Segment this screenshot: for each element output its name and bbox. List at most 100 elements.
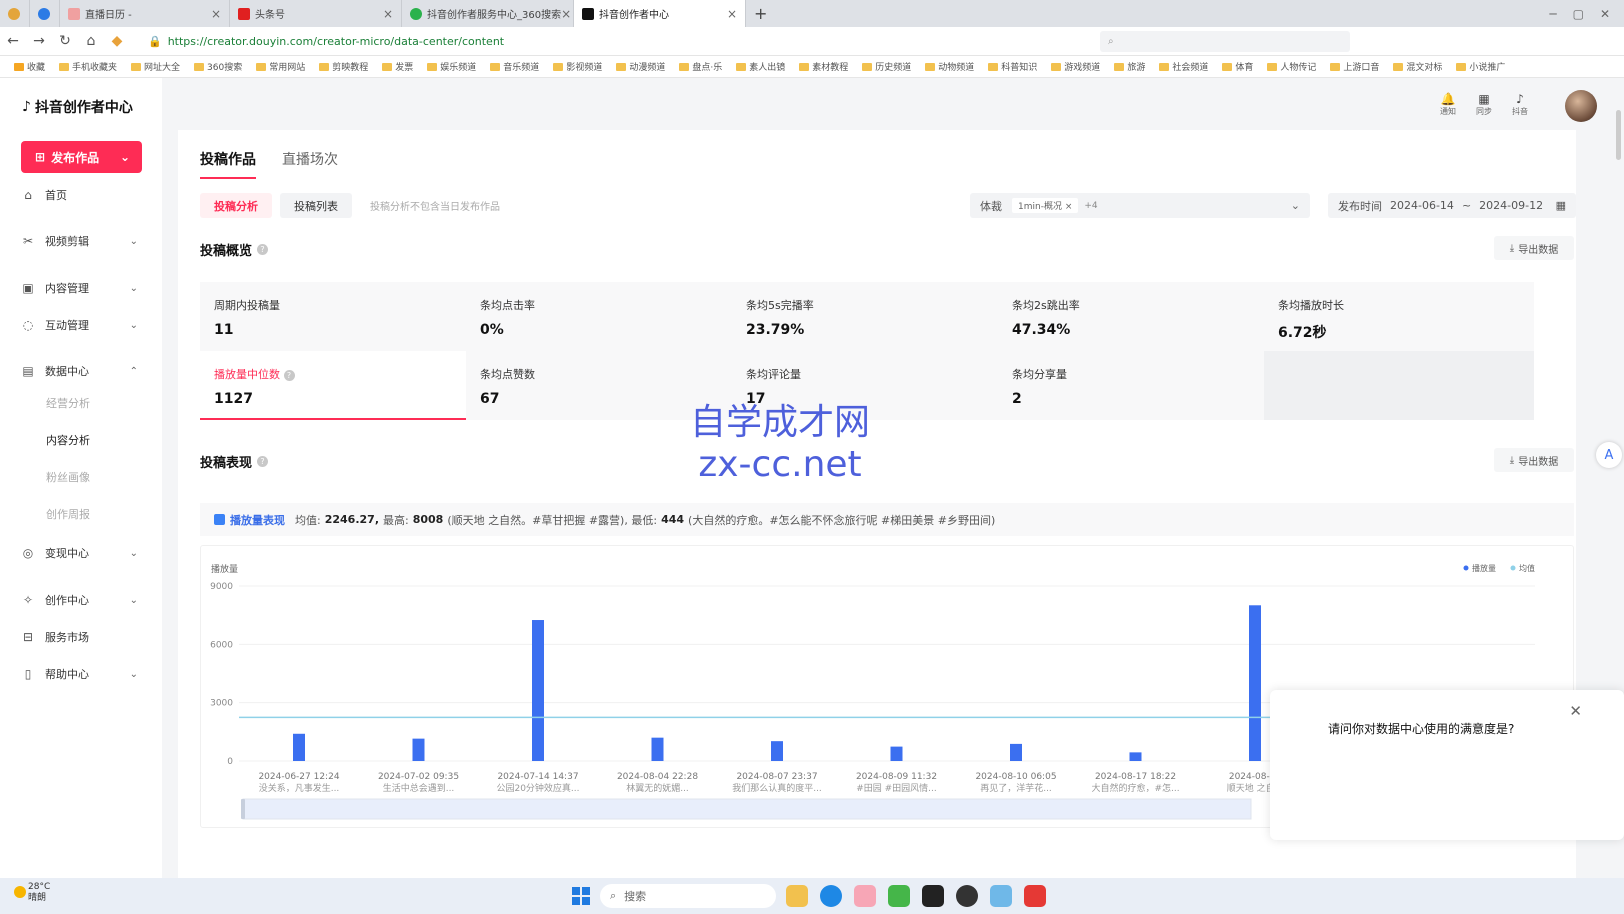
notepad-icon[interactable] [990,885,1012,907]
scrollbar[interactable] [1616,110,1621,160]
wps-icon[interactable] [1024,885,1046,907]
douyin-button[interactable]: ♪ 抖音 [1512,92,1528,117]
bookmark-item[interactable]: 剪映教程 [319,60,368,73]
subnav-business-analysis[interactable]: 经营分析 [46,395,90,411]
bookmark-item[interactable]: 动漫频道 [616,60,665,73]
avatar[interactable] [1565,90,1597,122]
bookmark-item[interactable]: 360搜索 [194,60,242,73]
metric-play-duration[interactable]: 条均播放时长 6.72秒 [1264,282,1534,351]
close-icon[interactable]: × [383,7,393,21]
assistant-float-button[interactable]: A [1596,442,1622,468]
bookmark-item[interactable]: 素材教程 [799,60,848,73]
bookmark-item[interactable]: 娱乐频道 [427,60,476,73]
bookmark-item[interactable]: 收藏 [14,60,45,73]
bookmark-item[interactable]: 手机收藏夹 [59,60,117,73]
close-icon[interactable]: × [727,7,737,21]
close-icon[interactable]: × [211,7,221,21]
bookmark-item[interactable]: 混文对标 [1393,60,1442,73]
publish-button[interactable]: ⊞ 发布作品 ⌄ [21,141,142,173]
bookmark-item[interactable]: 影视频道 [553,60,602,73]
metric-submission-count[interactable]: 周期内投稿量 11 [200,282,474,351]
subnav-content-analysis[interactable]: 内容分析 [46,432,90,448]
subtab-list[interactable]: 投稿列表 [280,193,352,218]
capcut-icon[interactable] [956,885,978,907]
date-range-picker[interactable]: 发布时间 2024-06-14 ~ 2024-09-12 ▦ [1328,193,1576,218]
bookmark-item[interactable]: 网址大全 [131,60,180,73]
genre-filter[interactable]: 体裁 1min-概况 × +4 ⌄ [970,193,1310,218]
tab-live-sessions[interactable]: 直播场次 [282,149,338,179]
tab-submissions[interactable]: 投稿作品 [200,149,256,179]
bookmark-item[interactable]: 常用网站 [256,60,305,73]
app-icon[interactable] [922,885,944,907]
bookmark-item[interactable]: 历史频道 [862,60,911,73]
edge-icon[interactable] [820,885,842,907]
genre-chip[interactable]: 1min-概况 × [1012,198,1079,213]
bookmark-item[interactable]: 旅游 [1114,60,1145,73]
close-icon[interactable]: × [561,7,571,21]
maximize-icon[interactable]: ▢ [1573,7,1584,21]
metric-2s-bounce[interactable]: 条均2s跳出率 47.34% [998,282,1272,351]
sidebar-item-monetize[interactable]: ◎ 变现中心 ⌄ [0,535,162,571]
browser-tab[interactable]: 抖音创作者服务中心_360搜索 × [402,0,574,27]
browser-search-input[interactable]: ⌕ [1100,31,1350,52]
bookmark-item[interactable]: 人物传记 [1267,60,1316,73]
export-button[interactable]: ⤓ 导出数据 [1494,448,1574,472]
bookmark-item[interactable]: 上游口音 [1330,60,1379,73]
bookmark-item[interactable]: 社会频道 [1159,60,1208,73]
sidebar-item-content[interactable]: ▣ 内容管理 ⌄ [0,270,162,306]
sun-icon [14,886,26,898]
help-icon[interactable]: ? [283,370,295,381]
reload-icon[interactable]: ↻ [52,33,78,49]
sidebar-item-creation[interactable]: ✧ 创作中心 ⌄ [0,582,162,618]
bookmark-item[interactable]: 体育 [1222,60,1253,73]
url-field[interactable]: 🔒 https://creator.douyin.com/creator-micr… [140,31,1000,52]
sidebar-item-market[interactable]: ⊟ 服务市场 [0,619,162,655]
weather-widget[interactable]: 28°C 晴朗 [14,882,50,904]
browser-tab-active[interactable]: 抖音创作者中心 × [574,0,746,27]
subnav-weekly-report[interactable]: 创作周报 [46,506,90,522]
taskbar-search[interactable]: ⌕ 搜索 [600,884,776,908]
metric-click-rate[interactable]: 条均点击率 0% [466,282,740,351]
browser-profile-icon[interactable] [0,0,30,27]
help-icon[interactable]: ? [257,456,269,467]
bookmark-item[interactable]: 游戏频道 [1051,60,1100,73]
sidebar-item-home[interactable]: ⌂ 首页 [0,177,162,213]
close-icon[interactable]: ✕ [1569,702,1582,720]
bookmark-item[interactable]: 盘点·乐 [679,60,722,73]
notification-button[interactable]: 🔔 通知 [1440,92,1456,117]
minimize-icon[interactable]: ─ [1549,7,1556,21]
subtab-analysis[interactable]: 投稿分析 [200,193,272,218]
home-icon[interactable]: ⌂ [78,33,104,49]
metric-shares[interactable]: 条均分享量 2 [998,351,1272,420]
file-explorer-icon[interactable] [786,885,808,907]
export-button[interactable]: ⤓ 导出数据 [1494,236,1574,260]
checkbox-icon[interactable] [214,514,225,525]
sidebar-item-help[interactable]: ▯ 帮助中心 ⌄ [0,656,162,692]
close-icon[interactable]: × [1065,202,1073,212]
new-tab-button[interactable]: + [746,0,776,27]
metric-play-median[interactable]: 播放量中位数 ? 1127 [200,351,474,420]
wechat-icon[interactable] [854,885,876,907]
sync-button[interactable]: ▦ 同步 [1476,92,1492,117]
logo[interactable]: ♪ 抖音创作者中心 [22,97,133,117]
sidebar-item-data-center[interactable]: ▤ 数据中心 ⌃ [0,353,162,389]
browser-tab[interactable]: 直播日历 - × [60,0,230,27]
subnav-fans-profile[interactable]: 粉丝画像 [46,469,90,485]
metric-5s-completion[interactable]: 条均5s完播率 23.79% [732,282,1006,351]
sidebar-item-interaction[interactable]: ◌ 互动管理 ⌄ [0,307,162,343]
bookmark-item[interactable]: 科普知识 [988,60,1037,73]
forward-icon[interactable]: → [26,33,52,49]
bookmark-item[interactable]: 小说推广 [1456,60,1505,73]
sidebar-item-video-edit[interactable]: ✂ 视频剪辑 ⌄ [0,223,162,259]
back-icon[interactable]: ← [0,33,26,49]
bookmark-item[interactable]: 动物频道 [925,60,974,73]
help-icon[interactable]: ? [257,244,269,255]
browser-tab[interactable]: 头条号 × [230,0,402,27]
close-window-icon[interactable]: ✕ [1600,7,1610,21]
windows-start-icon[interactable] [572,887,590,905]
bookmark-item[interactable]: 音乐频道 [490,60,539,73]
ie-browser-icon[interactable] [888,885,910,907]
bookmark-item[interactable]: 素人出镜 [736,60,785,73]
bookmark-item[interactable]: 发票 [382,60,413,73]
browser-pinned-tab[interactable] [30,0,60,27]
